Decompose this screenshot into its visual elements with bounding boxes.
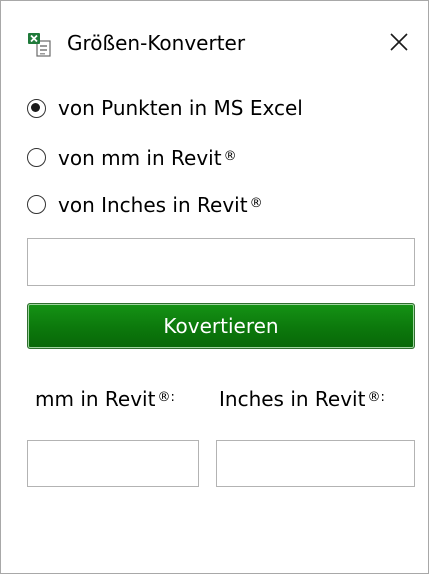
inch-label-text: Inches in Revit bbox=[219, 387, 366, 411]
option-text: von mm in Revit bbox=[58, 145, 222, 170]
inch-result-field[interactable] bbox=[216, 440, 415, 487]
registered-mark: ® bbox=[249, 195, 263, 211]
radio-button[interactable] bbox=[27, 147, 46, 167]
radio-label: von Inches in Revit ® bbox=[58, 191, 263, 218]
option-text: von Punkten in MS Excel bbox=[58, 96, 303, 120]
registered-mark: ®: bbox=[367, 390, 385, 405]
window-title: Größen-Konverter bbox=[67, 31, 246, 55]
option-text: von Inches in Revit bbox=[58, 192, 248, 217]
title-bar: Größen-Konverter bbox=[1, 1, 428, 85]
close-icon[interactable] bbox=[379, 27, 419, 63]
radio-label: von Punkten in MS Excel bbox=[58, 95, 303, 121]
mm-result-field[interactable] bbox=[27, 440, 199, 487]
radio-option-points-excel[interactable]: von Punkten in MS Excel bbox=[27, 93, 303, 123]
mm-label-text: mm in Revit bbox=[35, 387, 156, 411]
radio-option-mm-revit[interactable]: von mm in Revit ® bbox=[27, 142, 237, 172]
radio-option-inches-revit[interactable]: von Inches in Revit ® bbox=[27, 189, 263, 219]
radio-button[interactable] bbox=[27, 194, 46, 214]
registered-mark: ® bbox=[223, 148, 237, 164]
excel-file-icon bbox=[28, 33, 51, 57]
registered-mark: ®: bbox=[157, 390, 175, 405]
convert-button[interactable]: Kovertieren bbox=[27, 303, 415, 349]
value-input[interactable] bbox=[27, 238, 415, 286]
inch-result-label: Inches in Revit ®: bbox=[219, 385, 385, 412]
mm-result-label: mm in Revit ®: bbox=[35, 385, 175, 412]
radio-label: von mm in Revit ® bbox=[58, 144, 237, 171]
converter-window: Größen-Konverter von Punkten in MS Excel… bbox=[0, 0, 429, 574]
radio-button-selected[interactable] bbox=[27, 98, 46, 118]
